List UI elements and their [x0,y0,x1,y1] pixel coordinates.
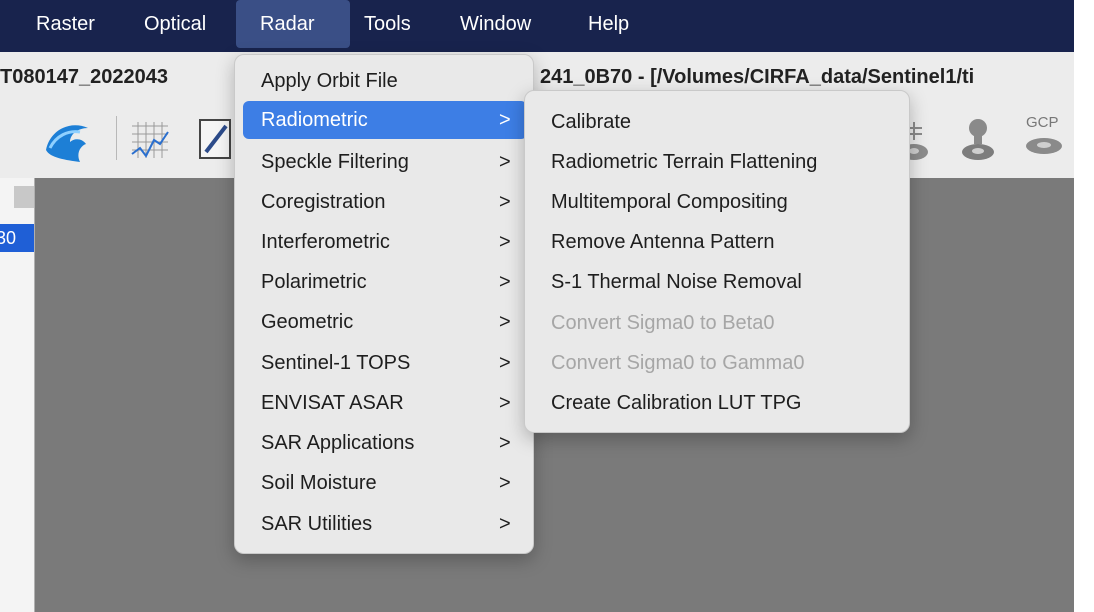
radar-menu-item-label: SAR Applications [261,432,415,454]
menu-window[interactable]: Window [448,0,543,48]
window-edge [1074,0,1094,612]
menu-tools[interactable]: Tools [352,0,423,48]
radar-menu-item-label: Apply Orbit File [261,70,398,92]
radiometric-menu-item: Convert Sigma0 to Gamma0 [533,344,901,382]
radar-menu-item[interactable]: Soil Moisture > [243,464,527,502]
radar-menu-item-label: Soil Moisture [261,472,377,494]
radiometric-menu-item[interactable]: Radiometric Terrain Flattening [533,143,901,181]
menu-raster[interactable]: Raster [24,0,107,48]
menu-help[interactable]: Help [576,0,641,48]
spectrum-chart-icon[interactable] [128,118,172,162]
chevron-right-icon: > [499,432,511,454]
chevron-right-icon: > [499,231,511,253]
chevron-right-icon: > [499,513,511,535]
radar-menu-item-label: Coregistration [261,191,386,213]
radar-menu-item[interactable]: Radiometric > [243,101,527,139]
selected-product-row[interactable]: 30 [0,224,34,252]
gcp-label: GCP [1026,114,1059,131]
radiometric-menu-item[interactable]: S-1 Thermal Noise Removal [533,263,901,301]
chevron-right-icon: > [499,311,511,333]
chevron-right-icon: > [499,352,511,374]
chevron-right-icon: > [499,191,511,213]
radiometric-menu-item-label: Convert Sigma0 to Beta0 [551,312,775,334]
chevron-right-icon: > [499,271,511,293]
chevron-right-icon: > [499,392,511,414]
radiometric-menu-item-label: Calibrate [551,111,632,133]
menu-radar[interactable]: Radar [236,0,350,48]
radiometric-menu-item[interactable]: Remove Antenna Pattern [533,223,901,261]
radiometric-menu-item-label: Radiometric Terrain Flattening [551,151,818,173]
radiometric-menu-item[interactable]: Multitemporal Compositing [533,183,901,221]
menu-bar: Raster Optical Radar Tools Window Help [0,0,1074,52]
radar-menu-item-label: Speckle Filtering [261,151,409,173]
radiometric-submenu: Calibrate Radiometric Terrain Flattening M… [524,90,910,433]
gcp-tool-icon[interactable]: GCP [1022,114,1074,166]
radiometric-menu-item-label: S-1 Thermal Noise Removal [551,271,802,293]
chevron-right-icon: > [499,109,511,131]
radar-menu-item-label: ENVISAT ASAR [261,392,404,414]
pencil-icon[interactable] [196,116,236,162]
radar-menu-item[interactable]: Apply Orbit File [243,62,527,100]
window-title-left: T080147_2022043 [0,66,168,88]
radiometric-menu-item[interactable]: Calibrate [533,103,901,141]
radar-menu-item[interactable]: SAR Utilities > [243,505,527,543]
radiometric-menu-item-label: Multitemporal Compositing [551,191,788,213]
radar-menu-item[interactable]: SAR Applications > [243,424,527,462]
pin-manager-icon[interactable] [958,114,998,164]
radiometric-menu-item-label: Create Calibration LUT TPG [551,392,802,414]
radiometric-menu-item-label: Remove Antenna Pattern [551,231,775,253]
radar-menu-item[interactable]: Interferometric > [243,223,527,261]
radar-menu: Apply Orbit File Radiometric > Speckle Filt… [234,54,534,554]
radar-menu-item[interactable]: Polarimetric > [243,263,527,301]
radiometric-menu-item[interactable]: Create Calibration LUT TPG [533,384,901,422]
radar-menu-item[interactable]: Speckle Filtering > [243,143,527,181]
radiometric-menu-item-label: Convert Sigma0 to Gamma0 [551,352,805,374]
radiometric-menu-item: Convert Sigma0 to Beta0 [533,304,901,342]
radar-menu-item[interactable]: ENVISAT ASAR > [243,384,527,422]
radar-menu-item-label: Interferometric [261,231,390,253]
radar-menu-item-label: Geometric [261,311,354,333]
wave-icon[interactable] [40,114,100,166]
radar-menu-item-label: SAR Utilities [261,513,373,535]
selected-product-text: 30 [0,228,17,248]
radar-menu-item-label: Radiometric [261,109,368,131]
product-explorer-panel: 30 [0,178,35,612]
panel-tab[interactable] [14,186,34,208]
radar-menu-item-label: Polarimetric [261,271,367,293]
radar-menu-item-label: Sentinel-1 TOPS [261,352,411,374]
chevron-right-icon: > [499,472,511,494]
chevron-right-icon: > [499,151,511,173]
menu-optical[interactable]: Optical [132,0,218,48]
radar-menu-item[interactable]: Geometric > [243,303,527,341]
radar-menu-item[interactable]: Sentinel-1 TOPS > [243,344,527,382]
toolbar-separator [116,116,117,160]
radar-menu-item[interactable]: Coregistration > [243,183,527,221]
